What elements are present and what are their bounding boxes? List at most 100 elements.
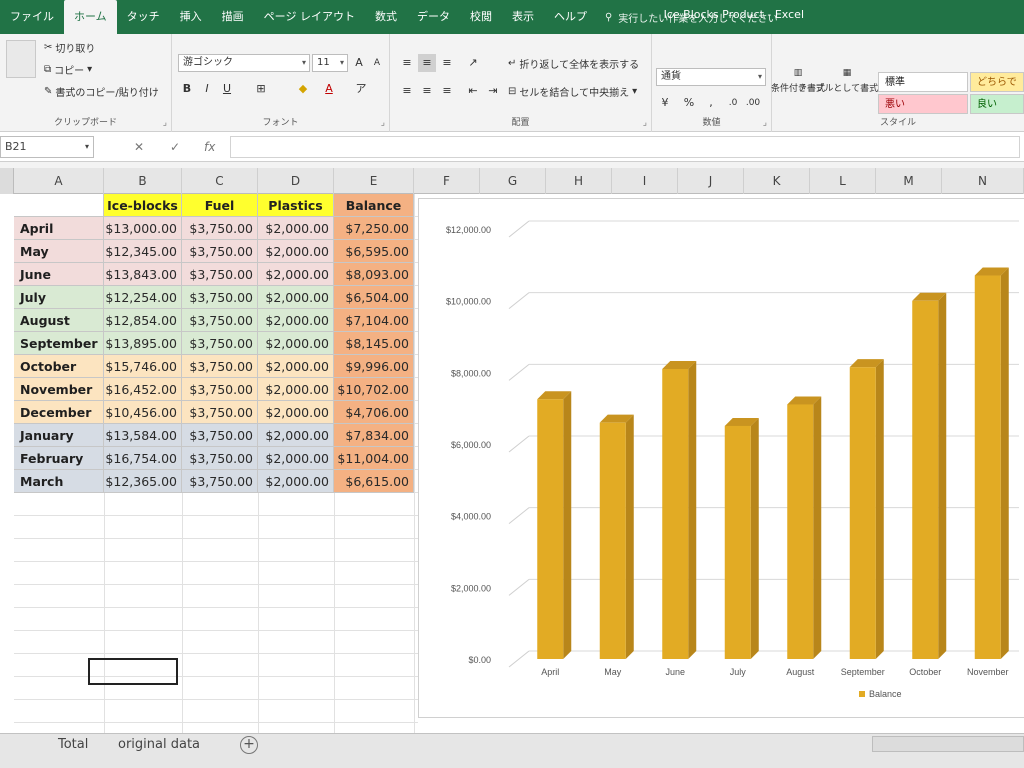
align-bottom-icon[interactable]: ≡ (438, 54, 456, 72)
underline-button[interactable]: U (218, 80, 236, 98)
font-name-combo[interactable]: 游ゴシック ▾ (178, 54, 310, 72)
align-right-icon[interactable]: ≡ (438, 82, 456, 100)
confirm-icon[interactable]: ✓ (170, 136, 180, 158)
row-label-month[interactable]: September (14, 332, 104, 355)
row-label-month[interactable]: October (14, 355, 104, 378)
paste-icon[interactable] (6, 40, 36, 78)
table-cell[interactable]: $2,000.00 (258, 240, 334, 263)
cell-a1[interactable] (14, 194, 104, 217)
ribbon-tab-8[interactable]: 校閲 (460, 0, 502, 34)
selected-cell[interactable] (88, 658, 178, 685)
table-cell[interactable]: $6,595.00 (334, 240, 414, 263)
table-cell[interactable]: $16,754.00 (104, 447, 182, 470)
decrease-decimal-icon[interactable]: .00 (744, 94, 762, 112)
select-all-corner[interactable] (0, 168, 14, 194)
row-label-month[interactable]: June (14, 263, 104, 286)
align-middle-icon[interactable]: ≡ (418, 54, 436, 72)
table-cell[interactable]: $13,843.00 (104, 263, 182, 286)
table-cell[interactable]: $3,750.00 (182, 378, 258, 401)
column-header-h[interactable]: H (546, 168, 612, 194)
table-cell[interactable]: $11,004.00 (334, 447, 414, 470)
percent-button[interactable]: % (680, 94, 698, 112)
sheet-tab-total[interactable]: Total (48, 734, 98, 756)
table-cell[interactable]: $3,750.00 (182, 332, 258, 355)
table-cell[interactable]: $3,750.00 (182, 424, 258, 447)
table-cell[interactable]: $2,000.00 (258, 447, 334, 470)
table-cell[interactable]: $12,365.00 (104, 470, 182, 493)
ribbon-tab-3[interactable]: 挿入 (170, 0, 212, 34)
border-icon[interactable]: ⊞ (252, 80, 270, 98)
orientation-icon[interactable]: ↗ (464, 54, 482, 72)
table-cell[interactable]: $3,750.00 (182, 470, 258, 493)
number-format-combo[interactable]: 通貨 ▾ (656, 68, 766, 86)
dialog-launcher-icon[interactable]: ⌟ (763, 118, 767, 128)
table-cell[interactable]: $2,000.00 (258, 355, 334, 378)
column-header-e[interactable]: E (334, 168, 414, 194)
bold-button[interactable]: B (178, 80, 196, 98)
ribbon-tab-1[interactable]: ホーム (64, 0, 117, 34)
column-header-b[interactable]: B (104, 168, 182, 194)
column-header-m[interactable]: M (876, 168, 942, 194)
table-cell[interactable]: $3,750.00 (182, 240, 258, 263)
ribbon-tab-9[interactable]: 表示 (502, 0, 544, 34)
row-label-month[interactable]: May (14, 240, 104, 263)
table-header-cell[interactable]: Fuel (182, 194, 258, 217)
style-normal[interactable]: 標準 (878, 72, 968, 92)
column-header-k[interactable]: K (744, 168, 810, 194)
fill-color-icon[interactable]: ◆ (294, 80, 312, 98)
insert-function-button[interactable]: fx (204, 136, 215, 158)
style-bad[interactable]: 悪い (878, 94, 968, 114)
row-label-month[interactable]: January (14, 424, 104, 447)
table-cell[interactable]: $13,000.00 (104, 217, 182, 240)
italic-button[interactable]: I (198, 80, 216, 98)
table-cell[interactable]: $3,750.00 (182, 401, 258, 424)
style-neutral[interactable]: どちらで (970, 72, 1024, 92)
increase-decimal-icon[interactable]: .0 (724, 94, 742, 112)
column-header-a[interactable]: A (14, 168, 104, 194)
column-header-g[interactable]: G (480, 168, 546, 194)
cut-button[interactable]: ✂ 切り取り (44, 40, 95, 55)
table-cell[interactable]: $2,000.00 (258, 470, 334, 493)
shrink-font-icon[interactable]: A (368, 54, 386, 72)
table-cell[interactable]: $10,702.00 (334, 378, 414, 401)
style-good[interactable]: 良い (970, 94, 1024, 114)
table-cell[interactable]: $2,000.00 (258, 332, 334, 355)
table-cell[interactable]: $2,000.00 (258, 286, 334, 309)
table-cell[interactable]: $7,104.00 (334, 309, 414, 332)
column-header-d[interactable]: D (258, 168, 334, 194)
ribbon-tab-7[interactable]: データ (407, 0, 460, 34)
phonetic-icon[interactable]: ア (352, 80, 370, 98)
row-label-month[interactable]: February (14, 447, 104, 470)
align-center-icon[interactable]: ≡ (418, 82, 436, 100)
ribbon-tab-10[interactable]: ヘルプ (544, 0, 597, 34)
table-cell[interactable]: $9,996.00 (334, 355, 414, 378)
table-cell[interactable]: $7,834.00 (334, 424, 414, 447)
table-cell[interactable]: $3,750.00 (182, 217, 258, 240)
table-cell[interactable]: $16,452.00 (104, 378, 182, 401)
name-box[interactable]: B21 ▾ (0, 136, 94, 158)
table-cell[interactable]: $12,345.00 (104, 240, 182, 263)
table-cell[interactable]: $3,750.00 (182, 355, 258, 378)
comma-icon[interactable]: , (702, 94, 720, 112)
increase-indent-icon[interactable]: ⇥ (484, 82, 502, 100)
row-label-month[interactable]: December (14, 401, 104, 424)
dialog-launcher-icon[interactable]: ⌟ (643, 118, 647, 128)
table-cell[interactable]: $8,145.00 (334, 332, 414, 355)
font-color-icon[interactable]: A (320, 80, 338, 98)
row-label-month[interactable]: July (14, 286, 104, 309)
table-cell[interactable]: $2,000.00 (258, 309, 334, 332)
currency-icon[interactable]: ¥ (656, 94, 674, 112)
grow-font-icon[interactable]: A (350, 54, 368, 72)
ribbon-tab-5[interactable]: ページ レイアウト (254, 0, 365, 34)
add-sheet-icon[interactable]: + (240, 736, 258, 754)
column-header-n[interactable]: N (942, 168, 1024, 194)
merge-center-button[interactable]: ⊟ セルを結合して中央揃え ▾ (508, 84, 637, 99)
column-header-j[interactable]: J (678, 168, 744, 194)
table-cell[interactable]: $2,000.00 (258, 263, 334, 286)
table-cell[interactable]: $4,706.00 (334, 401, 414, 424)
align-top-icon[interactable]: ≡ (398, 54, 416, 72)
table-cell[interactable]: $13,584.00 (104, 424, 182, 447)
column-header-f[interactable]: F (414, 168, 480, 194)
font-size-combo[interactable]: 11 ▾ (312, 54, 348, 72)
table-cell[interactable]: $2,000.00 (258, 424, 334, 447)
